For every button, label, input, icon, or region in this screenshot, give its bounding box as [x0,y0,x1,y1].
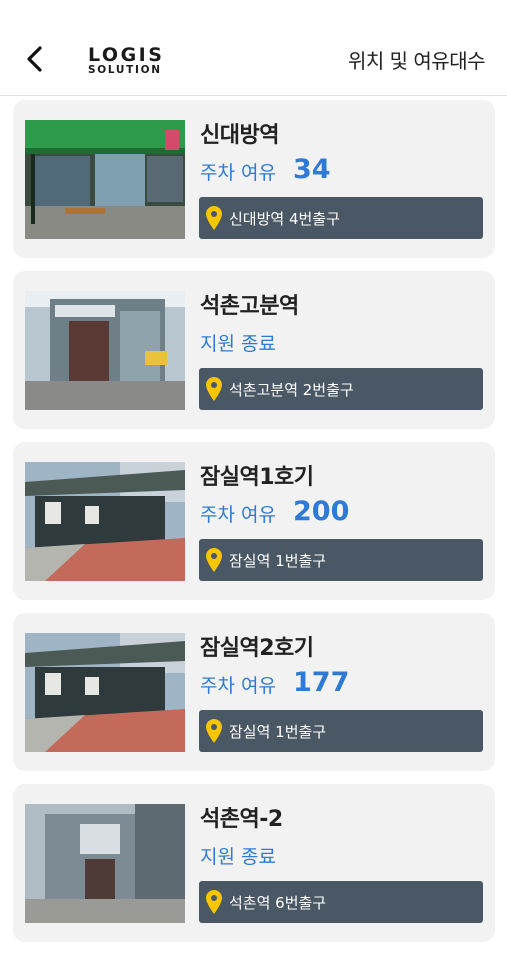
station-photo [25,120,185,239]
map-pin-icon [206,377,222,401]
station-card[interactable]: 신대방역 주차 여유 34 신대방역 4번출구 [13,100,495,258]
available-count: 34 [293,154,331,185]
logis-solution-logo: LOGIS SOLUTION [88,44,164,76]
station-list: 신대방역 주차 여유 34 신대방역 4번출구 석촌고분역 지원 종료 석촌고분… [13,100,495,955]
station-photo [25,633,185,752]
location-text: 신대방역 4번출구 [229,210,340,228]
station-card[interactable]: 석촌역-2 지원 종료 석촌역 6번출구 [13,784,495,942]
station-card[interactable]: 석촌고분역 지원 종료 석촌고분역 2번출구 [13,271,495,429]
parking-status: 지원 종료 [200,333,276,355]
location-text: 석촌고분역 2번출구 [229,381,354,399]
logo-line1: LOGIS [88,44,164,66]
app-header: LOGIS SOLUTION 위치 및 여유대수 [0,0,507,96]
parking-status: 주차 여유 [200,675,276,697]
logo-line2: SOLUTION [88,64,162,76]
location-bar[interactable]: 신대방역 4번출구 [199,197,483,239]
location-bar[interactable]: 석촌고분역 2번출구 [199,368,483,410]
parking-status: 지원 종료 [200,846,276,868]
parking-status: 주차 여유 [200,504,276,526]
location-text: 석촌역 6번출구 [229,894,327,912]
location-bar[interactable]: 잠실역 1번출구 [199,710,483,752]
station-card[interactable]: 잠실역1호기 주차 여유 200 잠실역 1번출구 [13,442,495,600]
location-text: 잠실역 1번출구 [229,552,327,570]
map-pin-icon [206,890,222,914]
station-name: 석촌고분역 [200,294,299,319]
station-name: 잠실역2호기 [200,636,314,661]
available-count: 200 [293,496,350,527]
map-pin-icon [206,548,222,572]
station-name: 잠실역1호기 [200,465,314,490]
chevron-left-icon[interactable] [22,44,48,74]
map-pin-icon [206,206,222,230]
station-photo [25,291,185,410]
available-count: 177 [293,667,350,698]
page-title: 위치 및 여유대수 [347,49,486,73]
location-text: 잠실역 1번출구 [229,723,327,741]
station-photo [25,804,185,923]
location-bar[interactable]: 석촌역 6번출구 [199,881,483,923]
map-pin-icon [206,719,222,743]
parking-status: 주차 여유 [200,162,276,184]
station-name: 석촌역-2 [200,807,283,832]
station-photo [25,462,185,581]
station-name: 신대방역 [200,123,279,148]
station-card[interactable]: 잠실역2호기 주차 여유 177 잠실역 1번출구 [13,613,495,771]
location-bar[interactable]: 잠실역 1번출구 [199,539,483,581]
